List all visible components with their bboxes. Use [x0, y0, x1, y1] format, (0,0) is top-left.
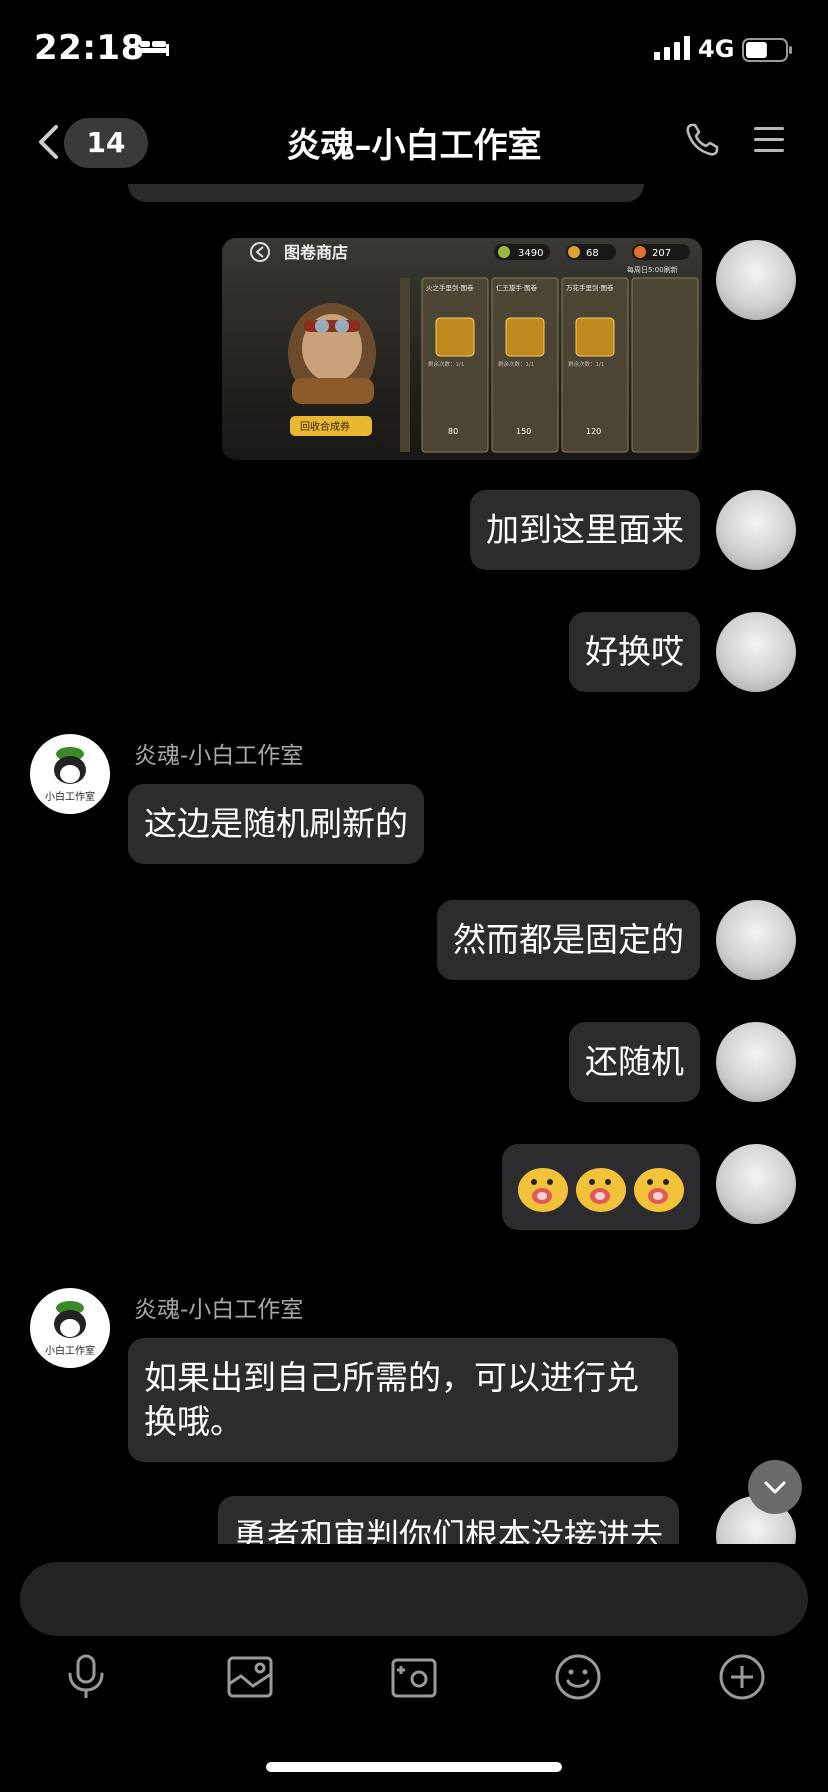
scroll-to-bottom-button[interactable]	[748, 1460, 802, 1514]
input-toolbar	[0, 1640, 828, 1720]
svg-text:万花手里剑·图卷: 万花手里剑·图卷	[566, 283, 614, 292]
currency-3: 207	[652, 248, 671, 259]
message-list[interactable]: 图卷商店 3490 68 207 每周日5:00刷新 回收合成券 火之手里剑·图…	[0, 184, 828, 1544]
home-indicator	[266, 1762, 562, 1772]
svg-text:120: 120	[586, 427, 601, 436]
svg-text:小白工作室: 小白工作室	[45, 790, 95, 803]
refresh-note: 每周日5:00刷新	[627, 265, 678, 274]
store-card-3: 万花手里剑·图卷 剩余次数：1/1 120	[561, 277, 629, 453]
avatar-me[interactable]	[716, 1022, 796, 1102]
message-bubble[interactable]: 勇者和审判你们根本没接进去	[218, 1496, 679, 1544]
redeem-button: 回收合成券	[300, 420, 350, 433]
microphone-icon[interactable]	[61, 1652, 111, 1702]
yellow-blob-emoji	[634, 1168, 684, 1212]
currency-1: 3490	[518, 248, 543, 259]
store-card-2: 仁王旋手·图卷 剩余次数：1/1 150	[491, 277, 559, 453]
svg-text:剩余次数：1/1: 剩余次数：1/1	[428, 360, 464, 368]
message-bubble-partial	[128, 184, 644, 202]
svg-text:火之手里剑·图卷: 火之手里剑·图卷	[426, 283, 474, 292]
svg-text:仁王旋手·图卷: 仁王旋手·图卷	[496, 283, 538, 292]
status-bar: 22:18 4G	[0, 0, 828, 100]
message-bubble[interactable]: 好换哎	[569, 612, 700, 692]
chevron-left-icon	[39, 125, 58, 159]
menu-icon[interactable]	[752, 124, 786, 156]
camera-icon[interactable]	[389, 1652, 439, 1702]
studio-avatar-art: 小白工作室	[45, 747, 95, 803]
svg-text:剩余次数：1/1: 剩余次数：1/1	[568, 360, 604, 368]
svg-text:80: 80	[448, 427, 458, 436]
svg-text:剩余次数：1/1: 剩余次数：1/1	[498, 360, 534, 368]
message-bubble[interactable]: 然而都是固定的	[437, 900, 700, 980]
yellow-blob-emoji	[576, 1168, 626, 1212]
battery-icon	[742, 38, 792, 62]
image-icon[interactable]	[225, 1652, 275, 1702]
svg-text:150: 150	[516, 427, 531, 436]
emoji-message-bubble[interactable]	[502, 1144, 700, 1230]
image-message[interactable]: 图卷商店 3490 68 207 每周日5:00刷新 回收合成券 火之手里剑·图…	[222, 238, 702, 460]
message-input[interactable]	[20, 1562, 808, 1636]
chat-header: 14 炎魂–小白工作室	[0, 100, 828, 184]
unread-count-badge: 14	[64, 118, 148, 168]
message-bubble[interactable]: 还随机	[569, 1022, 700, 1102]
chevron-down-icon	[764, 1481, 786, 1494]
avatar-me[interactable]	[716, 1144, 796, 1224]
phone-icon[interactable]	[684, 122, 720, 158]
avatar-me[interactable]	[716, 240, 796, 320]
yellow-blob-emoji	[518, 1168, 568, 1212]
store-screenshot: 图卷商店 3490 68 207 每周日5:00刷新 回收合成券 火之手里剑·图…	[250, 242, 699, 453]
avatar-me[interactable]	[716, 490, 796, 570]
avatar-me[interactable]	[716, 612, 796, 692]
network-label: 4G	[698, 35, 735, 63]
message-bubble[interactable]: 如果出到自己所需的，可以进行兑换哦。	[128, 1338, 678, 1462]
bed-icon	[135, 38, 169, 56]
avatar-me[interactable]	[716, 900, 796, 980]
svg-text:小白工作室: 小白工作室	[45, 1344, 95, 1357]
sender-name: 炎魂-小白工作室	[134, 1297, 304, 1323]
avatar-studio[interactable]: 小白工作室	[30, 1288, 110, 1368]
studio-avatar-art: 小白工作室	[45, 1301, 95, 1357]
message-bubble[interactable]: 这边是随机刷新的	[128, 784, 424, 864]
emoji-icon[interactable]	[553, 1652, 603, 1702]
emoji-row	[516, 1160, 686, 1214]
back-button[interactable]: 14	[28, 116, 148, 168]
status-time: 22:18	[34, 28, 145, 68]
avatar-studio[interactable]: 小白工作室	[30, 734, 110, 814]
plus-icon[interactable]	[717, 1652, 767, 1702]
signal-icon	[654, 36, 690, 60]
currency-2: 68	[586, 248, 599, 259]
chat-title: 炎魂–小白工作室	[286, 126, 542, 166]
message-bubble[interactable]: 加到这里面来	[470, 490, 700, 570]
store-card-1: 火之手里剑·图卷 剩余次数：1/1 80	[421, 277, 489, 453]
sender-name: 炎魂-小白工作室	[134, 743, 304, 769]
store-title: 图卷商店	[284, 243, 348, 262]
